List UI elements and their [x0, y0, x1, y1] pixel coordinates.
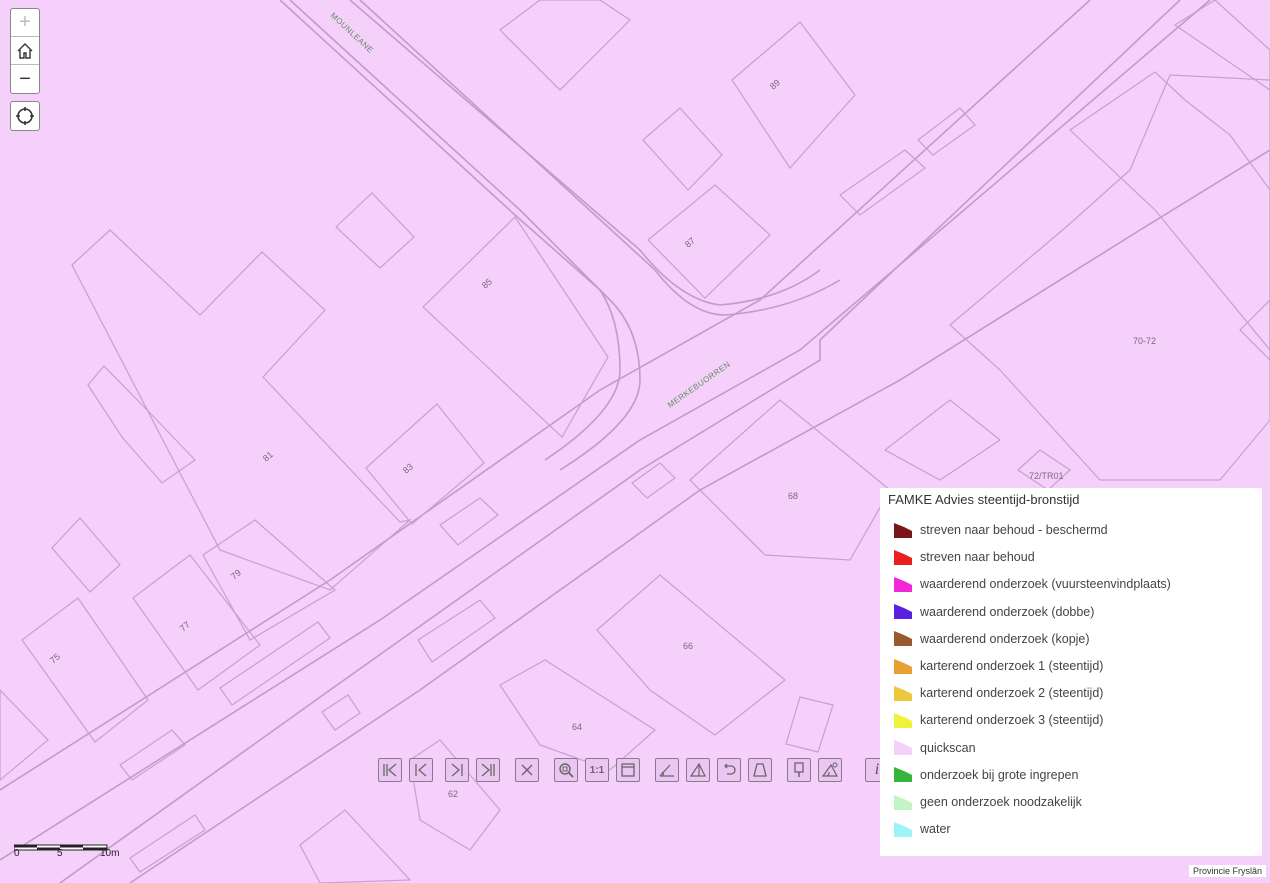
crosshair-icon [16, 107, 34, 125]
legend-swatch [894, 740, 912, 756]
full-extent-icon [621, 763, 635, 777]
legend-item: waarderend onderzoek (kopje) [894, 630, 1090, 648]
measure-area-icon [689, 762, 706, 777]
legend-label: streven naar behoud - beschermd [920, 523, 1108, 537]
first-extent-icon [383, 763, 397, 777]
undo-icon [724, 763, 736, 775]
next-extent-icon [451, 763, 463, 777]
measure-area-button[interactable] [686, 758, 710, 782]
legend-item: onderzoek bij grote ingrepen [894, 766, 1078, 784]
legend-item: geen onderzoek noodzakelijk [894, 793, 1082, 811]
draw-polygon-icon [753, 763, 767, 777]
legend-label: waarderend onderzoek (dobbe) [920, 604, 1095, 619]
house-number: 81 [261, 449, 275, 463]
legend-label: karterend onderzoek 2 (steentijd) [920, 686, 1104, 701]
legend-swatch [894, 794, 912, 810]
previous-extent-button[interactable] [409, 758, 433, 782]
house-number: 89 [768, 77, 782, 91]
scale-bar-graphic [13, 844, 108, 851]
scale-bar: 0 5 10m [13, 840, 134, 864]
legend-swatch [894, 631, 912, 647]
scale-1to1-icon: 1:1 [589, 764, 605, 776]
house-number: 77 [178, 619, 192, 633]
legend-item: streven naar behoud - beschermd [894, 521, 1108, 539]
street-label-merkebuorren: MERKEBUORREN [666, 360, 732, 410]
home-button[interactable] [11, 37, 39, 65]
legend-label: geen onderzoek noodzakelijk [920, 795, 1082, 809]
house-number: 70-72 [1133, 336, 1156, 346]
legend-item: streven naar behoud [894, 548, 1035, 566]
legend-item: waarderend onderzoek (dobbe) [894, 603, 1094, 621]
clear-button[interactable] [515, 758, 539, 782]
undo-button[interactable] [717, 758, 741, 782]
zoom-out-button[interactable]: − [11, 65, 39, 93]
legend-item: waarderend onderzoek (vuursteenvindplaat… [894, 575, 1171, 593]
measure-angle-button[interactable] [818, 758, 842, 782]
scale-1to1-button[interactable]: 1:1 [585, 758, 609, 782]
legend-swatch [894, 604, 912, 620]
clear-icon [521, 764, 533, 776]
draw-polygon-button[interactable] [748, 758, 772, 782]
zoom-in-button[interactable]: + [11, 9, 39, 37]
legend-swatch [894, 685, 912, 701]
legend-item: karterend onderzoek 3 (steentijd) [894, 711, 1103, 729]
legend-label: karterend onderzoek 1 (steentijd) [920, 659, 1104, 673]
measure-distance-icon [659, 764, 674, 777]
house-number: 83 [401, 461, 415, 475]
legend-item: karterend onderzoek 1 (steentijd) [894, 657, 1103, 675]
house-number: 72/TR01 [1029, 471, 1064, 481]
home-icon [17, 42, 33, 59]
legend-label: waarderend onderzoek (kopje) [920, 631, 1090, 646]
legend-swatch [894, 821, 912, 837]
next-extent-button[interactable] [445, 758, 469, 782]
legend-swatch [894, 712, 912, 728]
house-number: 79 [229, 567, 243, 581]
legend-label: streven naar behoud [920, 550, 1035, 565]
street-label-mounleane: MOUNLEANE [329, 11, 375, 55]
legend-swatch [894, 549, 912, 565]
house-number: 75 [48, 651, 62, 665]
measure-distance-button[interactable] [655, 758, 679, 782]
marker-icon [794, 762, 804, 777]
legend-swatch [894, 767, 912, 783]
attribution: Provincie Fryslân [1188, 865, 1266, 877]
legend-label: karterend onderzoek 3 (steentijd) [920, 713, 1104, 728]
zoom-area-icon [559, 763, 574, 778]
legend-label: onderzoek bij grote ingrepen [920, 767, 1079, 782]
house-number: 85 [480, 276, 494, 290]
house-number: 66 [683, 641, 693, 651]
legend-swatch [894, 576, 912, 592]
house-number: 87 [683, 235, 697, 249]
zoom-control: + − [10, 8, 40, 94]
legend-label: water [920, 822, 951, 837]
house-number: 68 [788, 491, 798, 501]
last-extent-icon [481, 763, 495, 777]
legend-panel: FAMKE Advies steentijd-bronstijd streven… [880, 488, 1262, 856]
legend-swatch [894, 658, 912, 674]
legend-label: quickscan [920, 740, 976, 755]
last-extent-button[interactable] [476, 758, 500, 782]
first-extent-button[interactable] [378, 758, 402, 782]
legend-swatch [894, 522, 912, 538]
marker-button[interactable] [787, 758, 811, 782]
measure-angle-icon [821, 762, 839, 777]
legend-item: quickscan [894, 739, 976, 757]
scale-label-10: 10m [100, 848, 120, 859]
legend-item: water [894, 820, 951, 838]
legend-item: karterend onderzoek 2 (steentijd) [894, 684, 1103, 702]
house-number: 62 [448, 789, 458, 799]
scale-label-5: 5 [57, 848, 63, 859]
legend-label: waarderend onderzoek (vuursteenvindplaat… [920, 577, 1171, 592]
locate-button[interactable] [10, 101, 40, 131]
legend-title: FAMKE Advies steentijd-bronstijd [888, 492, 1080, 507]
previous-extent-icon [415, 763, 427, 777]
full-extent-button[interactable] [616, 758, 640, 782]
scale-label-0: 0 [14, 848, 20, 859]
zoom-area-button[interactable] [554, 758, 578, 782]
house-number: 64 [572, 722, 582, 732]
info-icon: i [874, 761, 880, 778]
